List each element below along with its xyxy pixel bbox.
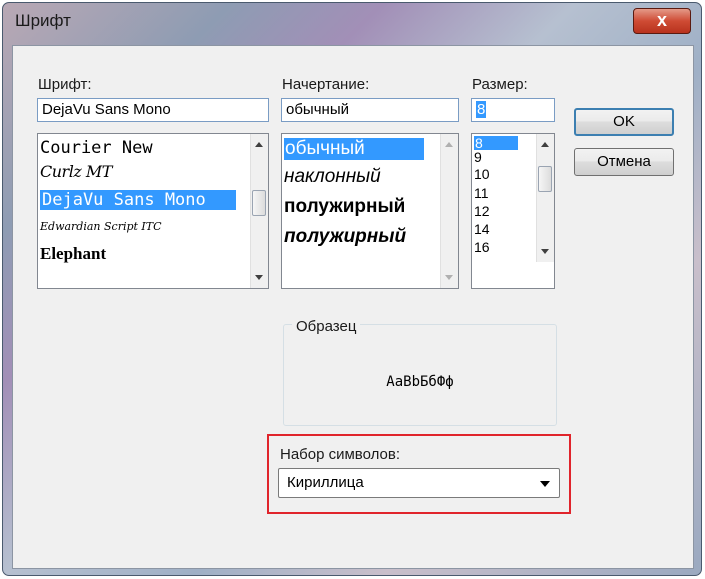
- scroll-up-icon[interactable]: [255, 142, 263, 147]
- scroll-down-icon[interactable]: [255, 275, 263, 280]
- dropdown-arrow-icon[interactable]: [540, 481, 550, 487]
- charset-dropdown[interactable]: Кириллица: [278, 468, 560, 498]
- font-item-curlz-mt[interactable]: Curlz MT: [40, 162, 112, 181]
- ok-button[interactable]: OK: [574, 108, 674, 136]
- font-item-edwardian-script[interactable]: Edwardian Script ITC: [40, 220, 162, 233]
- window-title: Шрифт: [15, 11, 71, 30]
- font-item-elephant[interactable]: Elephant: [40, 244, 106, 264]
- size-item-12[interactable]: 12: [474, 204, 490, 218]
- size-label: Размер:: [472, 76, 528, 93]
- size-item-8[interactable]: 8: [474, 136, 518, 150]
- style-list-scrollbar[interactable]: [440, 134, 458, 288]
- font-listbox[interactable]: Courier New Curlz MT DejaVu Sans Mono Ed…: [37, 133, 269, 289]
- cancel-button[interactable]: Отмена: [574, 148, 674, 176]
- style-item-bold-italic[interactable]: полужирный: [284, 226, 406, 248]
- style-label: Начертание:: [282, 76, 370, 93]
- sample-label: Образец: [292, 318, 361, 335]
- size-listbox[interactable]: 8 9 10 11 12 14 16: [471, 133, 555, 289]
- size-input[interactable]: 8: [471, 98, 555, 122]
- size-item-11[interactable]: 11: [474, 186, 489, 200]
- scroll-up-icon[interactable]: [541, 142, 549, 147]
- style-listbox[interactable]: обычный наклонный полужирный полужирный: [281, 133, 459, 289]
- size-list-scroll-thumb[interactable]: [538, 166, 552, 192]
- size-item-9[interactable]: 9: [474, 150, 482, 164]
- style-item-regular[interactable]: обычный: [284, 138, 424, 160]
- style-item-bold[interactable]: полужирный: [284, 196, 405, 218]
- size-item-14[interactable]: 14: [474, 222, 490, 236]
- scroll-down-icon: [445, 275, 453, 280]
- font-label: Шрифт:: [38, 76, 92, 93]
- charset-dropdown-value: Кириллица: [287, 474, 364, 491]
- size-item-16[interactable]: 16: [474, 240, 490, 254]
- font-name-input[interactable]: DejaVu Sans Mono: [37, 98, 269, 122]
- title-bar[interactable]: Шрифт x: [3, 3, 701, 39]
- size-input-value: 8: [476, 101, 487, 118]
- font-dialog-window: Шрифт x Шрифт: DejaVu Sans Mono Courier …: [2, 2, 702, 576]
- sample-preview-text: AaBbБбФф: [386, 374, 454, 390]
- close-icon: x: [656, 10, 667, 30]
- font-list-scroll-thumb[interactable]: [252, 190, 266, 216]
- size-item-10[interactable]: 10: [474, 167, 490, 181]
- font-item-courier-new[interactable]: Courier New: [40, 138, 153, 158]
- font-item-dejavu-sans-mono[interactable]: DejaVu Sans Mono: [40, 190, 236, 210]
- style-item-italic[interactable]: наклонный: [284, 166, 381, 188]
- scroll-down-icon[interactable]: [541, 249, 549, 254]
- style-input[interactable]: обычный: [281, 98, 459, 122]
- close-button[interactable]: x: [633, 8, 691, 34]
- size-list-scrollbar[interactable]: [536, 134, 554, 262]
- charset-label: Набор символов:: [280, 446, 401, 463]
- dialog-client-area: Шрифт: DejaVu Sans Mono Courier New Curl…: [12, 45, 694, 569]
- scroll-up-icon: [445, 142, 453, 147]
- font-list-scrollbar[interactable]: [250, 134, 268, 288]
